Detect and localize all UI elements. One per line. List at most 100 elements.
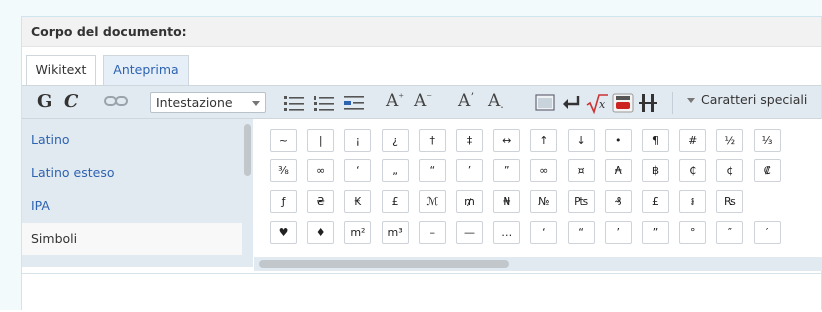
special-char-button[interactable]: ₵ xyxy=(679,159,707,182)
column-break-icon[interactable] xyxy=(638,92,658,114)
superscript-label: A xyxy=(458,91,471,111)
heading-select-value: Intestazione xyxy=(156,95,233,110)
small-text-label: A xyxy=(414,91,427,111)
tab-wikitext[interactable]: Wikitext xyxy=(26,55,96,85)
chevron-down-icon xyxy=(687,98,695,103)
special-char-button[interactable]: ’ xyxy=(456,159,483,182)
special-char-button[interactable]: £ xyxy=(642,190,669,213)
special-char-button[interactable]: m² xyxy=(344,221,372,244)
special-char-button[interactable]: ¤ xyxy=(567,159,595,182)
special-char-button[interactable]: № xyxy=(530,190,558,213)
special-char-button[interactable]: ℳ xyxy=(418,190,446,213)
characters-horizontal-scrollbar[interactable] xyxy=(254,257,822,271)
character-category-sidebar: Latino Latino esteso IPA Simboli xyxy=(22,119,253,267)
numbered-list-icon[interactable] xyxy=(312,92,336,114)
special-char-button[interactable]: | xyxy=(307,129,335,152)
special-char-button[interactable]: ₰ xyxy=(604,190,632,213)
special-char-button[interactable]: ♦ xyxy=(307,221,335,244)
special-characters-button[interactable]: Caratteri speciali xyxy=(687,92,807,107)
special-char-button[interactable]: ₥ xyxy=(456,190,483,213)
sidebar-scrollbar[interactable] xyxy=(244,124,251,176)
subscript-label: A xyxy=(488,91,501,111)
special-char-button[interactable]: “ xyxy=(567,221,595,244)
special-char-button[interactable]: ♥ xyxy=(270,221,297,244)
special-char-button[interactable]: ‘ xyxy=(344,159,372,182)
special-char-button[interactable]: ₴ xyxy=(307,190,335,213)
subscript-button[interactable]: A. xyxy=(488,91,504,111)
bulleted-list-icon[interactable] xyxy=(282,92,306,114)
special-char-button[interactable]: ” xyxy=(642,221,669,244)
editor-toolbar: G C Intestazione A⁺ A⁻ Aʼ A. x Caratteri… xyxy=(22,85,821,119)
newline-icon[interactable] xyxy=(560,92,582,114)
svg-text:x: x xyxy=(599,98,606,111)
link-icon[interactable] xyxy=(104,94,128,108)
special-char-button[interactable]: ฿ xyxy=(642,159,669,182)
tab-preview[interactable]: Anteprima xyxy=(103,55,189,85)
special-char-button[interactable]: „ xyxy=(381,159,409,182)
document-body-header: Corpo del documento: xyxy=(22,17,821,47)
special-char-button[interactable]: ⅜ xyxy=(270,159,297,182)
special-char-button[interactable]: ″ xyxy=(716,221,744,244)
special-characters-label: Caratteri speciali xyxy=(701,92,808,107)
document-body-label: Corpo del documento: xyxy=(31,24,187,39)
indent-icon[interactable] xyxy=(342,92,366,114)
special-char-button[interactable]: † xyxy=(418,129,446,152)
special-char-button[interactable]: ‡ xyxy=(456,129,483,152)
special-char-button[interactable]: ¡ xyxy=(344,129,372,152)
special-char-button[interactable]: ₦ xyxy=(493,190,521,213)
special-char-button[interactable]: ↑ xyxy=(530,129,558,152)
special-char-button[interactable]: – xyxy=(418,221,446,244)
page-frame: Corpo del documento: Wikitext Anteprima … xyxy=(0,0,822,312)
special-char-button[interactable]: £ xyxy=(381,190,409,213)
special-char-button[interactable]: ₭ xyxy=(344,190,372,213)
special-characters-grid: ~ | ¡ ¿ † ‡ ↔ ↑ ↓ • ¶ # ½ ⅓ ⅜ ∞ ‘ „ “ ’ ” ∞ ¤ ₳ ฿ ₵ ¢ ₡ ƒ ₴ ₭ £ ℳ ₥ ₦ № ₧ ₰ £ ៛… xyxy=(254,119,822,267)
scrollbar-thumb[interactable] xyxy=(259,260,509,268)
special-char-button[interactable]: ∞ xyxy=(530,159,558,182)
special-char-button[interactable]: ’ xyxy=(604,221,632,244)
bold-button[interactable]: G xyxy=(37,91,52,112)
special-char-button[interactable]: — xyxy=(456,221,483,244)
wikitext-editor: Corpo del documento: Wikitext Anteprima … xyxy=(21,16,822,312)
special-char-button[interactable]: ₧ xyxy=(567,190,595,213)
special-char-button[interactable]: # xyxy=(679,129,707,152)
special-char-button[interactable]: ~ xyxy=(270,129,297,152)
sidebar-item-ipa[interactable]: IPA xyxy=(22,190,242,222)
special-char-button[interactable]: ⅓ xyxy=(753,129,781,152)
superscript-button[interactable]: Aʼ xyxy=(458,91,474,111)
special-char-button[interactable]: ៛ xyxy=(679,190,707,213)
document-body-textarea[interactable] xyxy=(22,273,821,312)
gallery-icon[interactable] xyxy=(534,92,556,114)
big-text-button[interactable]: A⁺ xyxy=(386,91,404,111)
special-char-button[interactable]: ₨ xyxy=(716,190,744,213)
special-char-button[interactable]: “ xyxy=(418,159,446,182)
sidebar-item-simboli[interactable]: Simboli xyxy=(22,223,242,255)
special-char-button[interactable]: ƒ xyxy=(270,190,297,213)
formula-icon[interactable]: x xyxy=(585,92,609,114)
heading-select[interactable]: Intestazione xyxy=(150,92,266,113)
special-char-button[interactable]: ” xyxy=(493,159,521,182)
special-char-button[interactable]: ¶ xyxy=(642,129,669,152)
special-char-button[interactable]: ₳ xyxy=(604,159,632,182)
special-char-button[interactable]: ¢ xyxy=(716,159,744,182)
special-char-button[interactable]: ½ xyxy=(716,129,744,152)
special-char-button[interactable]: ↓ xyxy=(567,129,595,152)
editor-tabs: Wikitext Anteprima xyxy=(22,47,821,85)
special-char-button[interactable]: ¿ xyxy=(381,129,409,152)
special-char-button[interactable]: ₡ xyxy=(753,159,781,182)
special-char-button[interactable]: m³ xyxy=(381,221,409,244)
toolbar-divider xyxy=(672,92,673,114)
special-char-button[interactable]: ′ xyxy=(753,221,781,244)
small-text-button[interactable]: A⁻ xyxy=(414,91,432,111)
special-char-button[interactable]: ° xyxy=(679,221,707,244)
special-char-button[interactable]: ∞ xyxy=(307,159,335,182)
sidebar-item-latino[interactable]: Latino xyxy=(22,124,242,156)
sidebar-item-latino-esteso[interactable]: Latino esteso xyxy=(22,157,242,189)
italic-button[interactable]: C xyxy=(64,91,78,112)
youtube-icon[interactable] xyxy=(612,92,634,114)
special-char-button[interactable]: ‘ xyxy=(530,221,558,244)
chevron-down-icon xyxy=(252,101,260,106)
special-char-button[interactable]: • xyxy=(604,129,632,152)
big-text-label: A xyxy=(386,91,399,111)
special-char-button[interactable]: … xyxy=(493,221,521,244)
special-char-button[interactable]: ↔ xyxy=(493,129,521,152)
